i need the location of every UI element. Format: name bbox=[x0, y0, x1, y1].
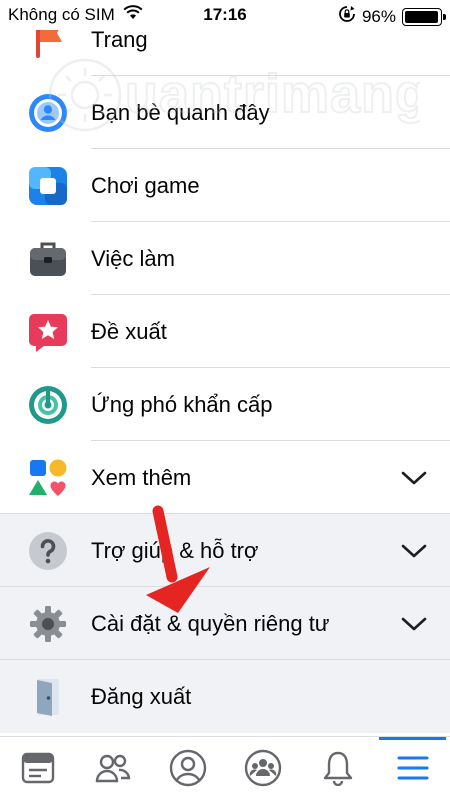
hamburger-menu-icon bbox=[397, 756, 428, 780]
menu-item-jobs[interactable]: Việc làm bbox=[0, 222, 450, 295]
menu-item-label: Xem thêm bbox=[91, 464, 192, 490]
menu-item-see-more[interactable]: Xem thêm bbox=[0, 441, 450, 514]
chevron-down-icon[interactable] bbox=[400, 542, 428, 560]
menu-item-log-out[interactable]: Đăng xuất bbox=[0, 660, 450, 733]
menu-item-recommendations[interactable]: Đề xuất bbox=[0, 295, 450, 368]
gear-icon bbox=[28, 604, 68, 644]
nearby-friends-icon bbox=[28, 93, 68, 133]
recommendations-icon bbox=[28, 312, 68, 352]
chevron-down-icon[interactable] bbox=[400, 469, 428, 487]
news-feed-icon bbox=[21, 752, 54, 784]
menu-item-gaming[interactable]: Chơi game bbox=[0, 149, 450, 222]
battery-icon bbox=[402, 7, 446, 26]
help-icon bbox=[28, 531, 68, 571]
gaming-icon bbox=[28, 166, 68, 206]
battery-percent: 96% bbox=[361, 6, 396, 26]
bell-icon bbox=[323, 751, 352, 786]
briefcase-icon bbox=[28, 239, 68, 279]
friends-icon bbox=[95, 754, 130, 783]
menu-item-label: Đăng xuất bbox=[91, 683, 192, 709]
status-right: 96% bbox=[338, 5, 446, 28]
see-more-icon bbox=[28, 458, 68, 498]
profile-icon bbox=[169, 749, 206, 787]
tab-profile[interactable] bbox=[150, 737, 225, 799]
annotation-arrow bbox=[146, 505, 210, 613]
door-icon bbox=[28, 677, 68, 717]
rotation-lock-icon bbox=[338, 5, 356, 28]
tab-friends[interactable] bbox=[75, 737, 150, 799]
menu-item-label: Đề xuất bbox=[91, 318, 167, 344]
tab-news-feed[interactable] bbox=[0, 737, 75, 799]
crisis-response-icon bbox=[28, 385, 68, 425]
battery-fill bbox=[405, 10, 438, 23]
menu-item-label: Chơi game bbox=[91, 172, 200, 198]
menu-item-nearby-friends[interactable]: Bạn bè quanh đây bbox=[0, 76, 450, 149]
menu-item-label: Trang bbox=[91, 26, 148, 52]
groups-icon bbox=[244, 749, 281, 787]
menu-item-label: Bạn bè quanh đây bbox=[91, 99, 270, 125]
status-bar: Không có SIM 17:16 96% bbox=[0, 0, 450, 30]
menu-item-label: Ứng phó khẩn cấp bbox=[91, 391, 273, 417]
tab-notifications[interactable] bbox=[300, 737, 375, 799]
menu-item-crisis-response[interactable]: Ứng phó khẩn cấp bbox=[0, 368, 450, 441]
chevron-down-icon[interactable] bbox=[400, 615, 428, 633]
menu-item-label: Việc làm bbox=[91, 245, 175, 271]
tab-menu[interactable] bbox=[375, 737, 450, 799]
tab-groups[interactable] bbox=[225, 737, 300, 799]
bottom-tab-bar bbox=[0, 736, 450, 799]
